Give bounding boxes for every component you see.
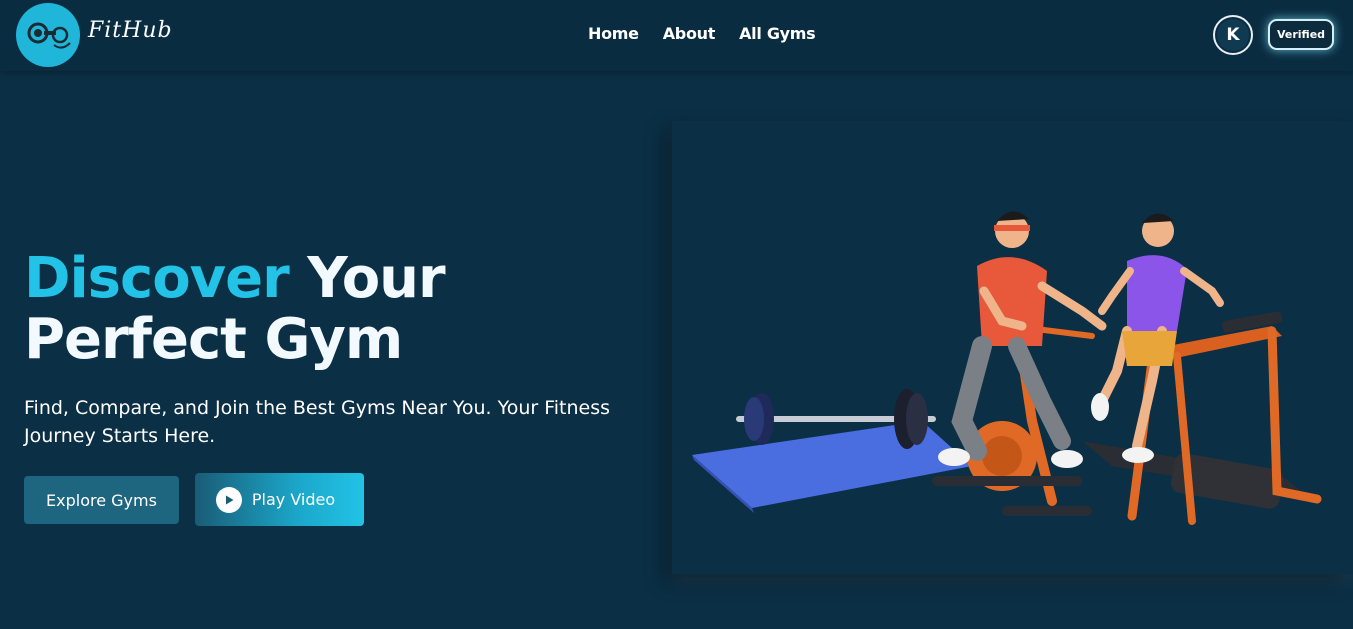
hero-headline: Discover Your Perfect Gym (24, 248, 644, 370)
hero-illustration (672, 121, 1353, 574)
play-icon (215, 486, 242, 513)
explore-gyms-button[interactable]: Explore Gyms (24, 476, 179, 524)
nav-link-about[interactable]: About (663, 24, 716, 43)
avatar-initial: K (1217, 19, 1249, 51)
nav-links: Home About All Gyms (588, 24, 816, 43)
user-avatar[interactable]: K (1213, 15, 1253, 55)
verified-badge[interactable]: Verified (1268, 19, 1334, 50)
gym-equipment-illustration (692, 211, 1322, 525)
play-video-button[interactable]: Play Video (195, 473, 364, 526)
brand-name[interactable]: FitHub (88, 18, 173, 43)
headline-accent: Discover (24, 246, 290, 311)
play-video-label: Play Video (251, 490, 336, 509)
headline-line1-rest: Your (307, 246, 445, 311)
nav-link-all-gyms[interactable]: All Gyms (739, 24, 816, 43)
explore-gyms-label: Explore Gyms (46, 490, 157, 510)
logo-icon[interactable] (16, 3, 80, 67)
nav-link-home[interactable]: Home (588, 24, 639, 43)
hero-subtitle: Find, Compare, and Join the Best Gyms Ne… (24, 397, 611, 447)
navbar: FitHub Home About All Gyms K Verified (0, 0, 1353, 71)
headline-line2: Perfect Gym (24, 307, 403, 372)
